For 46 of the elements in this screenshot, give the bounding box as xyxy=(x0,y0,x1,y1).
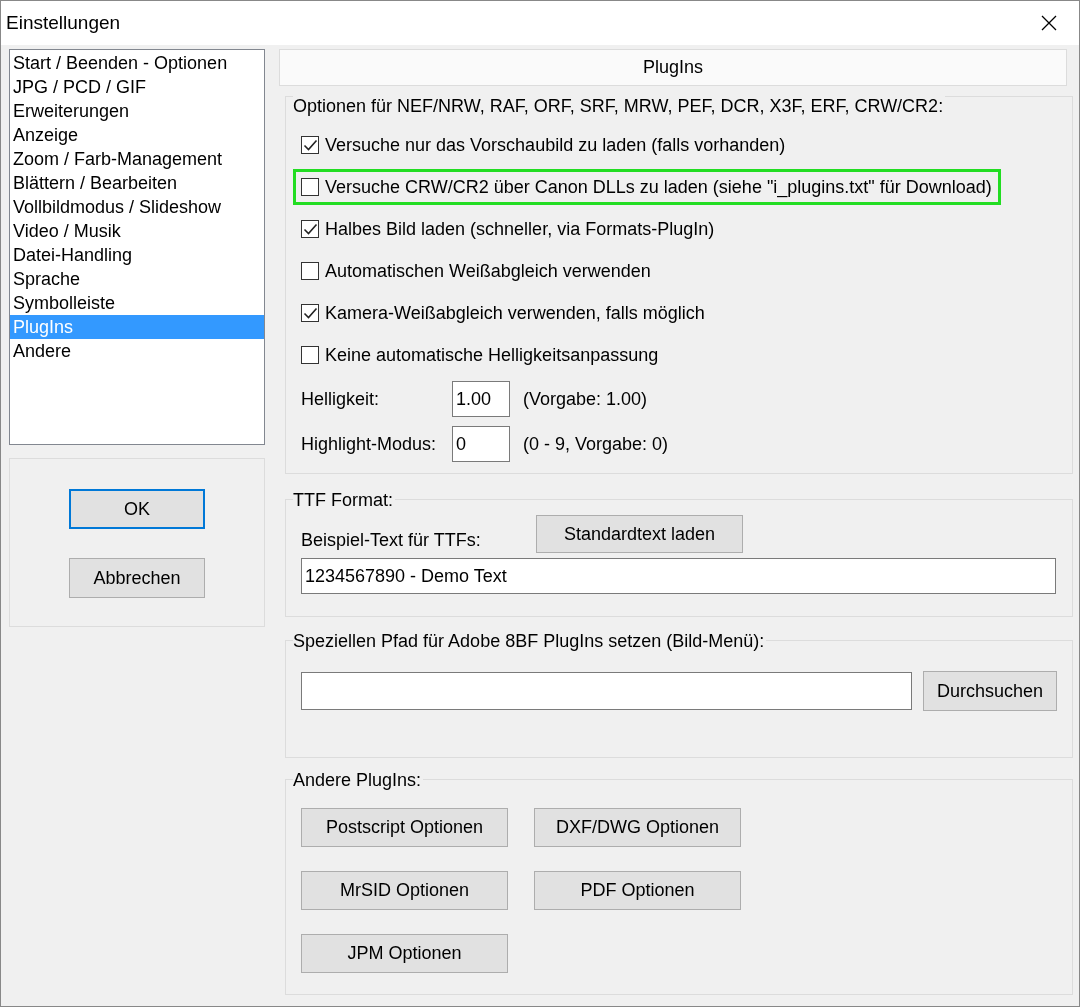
close-icon[interactable] xyxy=(1041,15,1057,31)
category-item[interactable]: Symbolleiste xyxy=(10,291,264,315)
checkbox-label[interactable]: Kamera-Weißabgleich verwenden, falls möglich xyxy=(325,302,705,324)
category-item[interactable]: Start / Beenden - Optionen xyxy=(10,51,264,75)
field-hint: (0 - 9, Vorgabe: 0) xyxy=(523,433,669,455)
category-item[interactable]: Zoom / Farb-Management xyxy=(10,147,264,171)
checkbox[interactable] xyxy=(301,136,319,154)
checkbox[interactable] xyxy=(301,304,319,322)
category-item[interactable]: Vollbildmodus / Slideshow xyxy=(10,195,264,219)
window-title: Einstellungen xyxy=(6,12,121,34)
category-item[interactable]: Blättern / Bearbeiten xyxy=(10,171,264,195)
input-field[interactable] xyxy=(301,672,912,710)
ok-button[interactable]: OK xyxy=(69,489,205,529)
checkbox[interactable] xyxy=(301,346,319,364)
checkbox[interactable] xyxy=(301,262,319,280)
category-item[interactable]: Andere xyxy=(10,339,264,363)
input-field[interactable]: 1234567890 - Demo Text xyxy=(301,558,1056,594)
checkbox-label[interactable]: Keine automatische Helligkeitsanpassung xyxy=(325,344,659,366)
category-item[interactable]: Erweiterungen xyxy=(10,99,264,123)
field-label: Helligkeit: xyxy=(301,388,381,410)
load-default-button[interactable]: Standardtext laden xyxy=(536,515,743,553)
browse-button[interactable]: Durchsuchen xyxy=(923,671,1057,711)
checkbox[interactable] xyxy=(301,178,319,196)
category-item[interactable]: JPG / PCD / GIF xyxy=(10,75,264,99)
input-field[interactable]: 1.00 xyxy=(452,381,510,417)
checkbox[interactable] xyxy=(301,220,319,238)
input-field[interactable]: 0 xyxy=(452,426,510,462)
options-button[interactable]: JPM Optionen xyxy=(301,934,508,973)
category-item[interactable]: Sprache xyxy=(10,267,264,291)
checkbox-label[interactable]: Automatischen Weißabgleich verwenden xyxy=(325,260,651,282)
checkbox-label[interactable]: Versuche CRW/CR2 über Canon DLLs zu laden (siehe "i_plugins.txt" für Download) xyxy=(325,176,992,198)
page-header: PlugIns xyxy=(279,49,1067,86)
checkbox-label[interactable]: Halbes Bild laden (schneller, via Formats-PlugIn) xyxy=(325,218,715,240)
group-title: Optionen für NEF/NRW, RAF, ORF, SRF, MRW, PEF, DCR, X3F, ERF, CRW/CR2: xyxy=(293,95,946,117)
cancel-button[interactable]: Abbrechen xyxy=(69,558,205,598)
category-item[interactable]: Video / Musik xyxy=(10,219,264,243)
category-item[interactable]: Anzeige xyxy=(10,123,264,147)
options-button[interactable]: MrSID Optionen xyxy=(301,871,508,910)
options-button[interactable]: PDF Optionen xyxy=(534,871,741,910)
options-button[interactable]: Postscript Optionen xyxy=(301,808,508,847)
checkbox-label[interactable]: Versuche nur das Vorschaubild zu laden (falls vorhanden) xyxy=(325,134,786,156)
category-item[interactable]: Datei-Handling xyxy=(10,243,264,267)
options-button[interactable]: DXF/DWG Optionen xyxy=(534,808,741,847)
field-label: Highlight-Modus: xyxy=(301,433,438,455)
field-hint: (Vorgabe: 1.00) xyxy=(523,388,648,410)
field-label: Beispiel-Text für TTFs: xyxy=(301,530,481,552)
